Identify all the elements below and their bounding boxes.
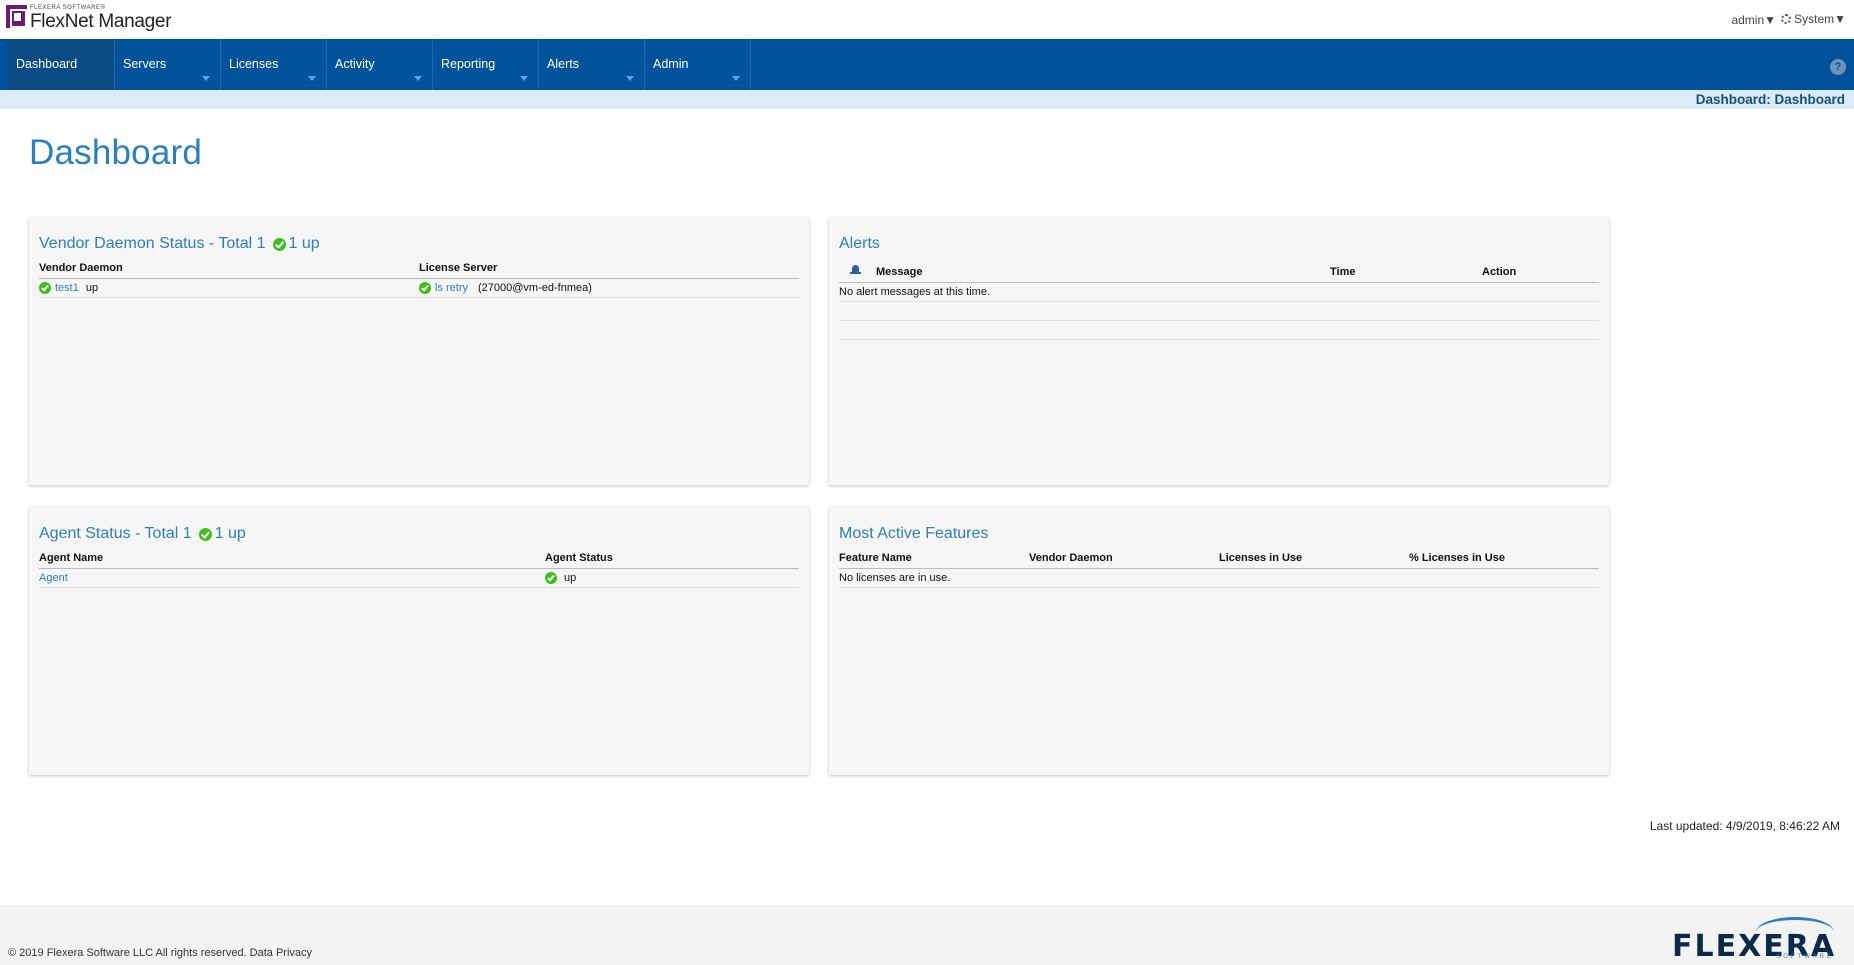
panel-title: Vendor Daemon Status - Total 1 (39, 235, 266, 252)
agent-status: up (564, 571, 577, 584)
caret-down-icon (202, 76, 210, 81)
ok-icon (272, 237, 286, 251)
column-header: Action (1482, 264, 1599, 283)
main-nav: Dashboard Servers Licenses Activity Repo… (0, 39, 1854, 90)
last-updated: Last updated: 4/9/2019, 8:46:22 AM (1649, 819, 1840, 833)
user-menu[interactable]: admin▼ (1731, 13, 1776, 27)
system-menu[interactable]: System▼ (1781, 12, 1846, 26)
column-header: Licenses in Use (1219, 552, 1409, 569)
nav-label: Alerts (547, 57, 579, 71)
license-server-detail: (27000@vm-ed-fnmea) (478, 281, 592, 294)
alerts-table: Message Time Action No alert messages at… (839, 264, 1599, 340)
caret-down-icon (732, 76, 740, 81)
column-header: Agent Status (545, 552, 799, 569)
vendor-daemon-panel: Vendor Daemon Status - Total 1 1 up Vend… (29, 217, 809, 485)
table-row: test1 up ls retry (27000@vm-ed-fnmea) (39, 278, 799, 298)
ok-icon (39, 281, 51, 294)
panel-title: Most Active Features (839, 525, 989, 542)
nav-licenses[interactable]: Licenses (221, 39, 327, 90)
system-menu-label: System▼ (1794, 12, 1846, 26)
nav-servers[interactable]: Servers (115, 39, 221, 90)
help-icon[interactable]: ? (1830, 59, 1846, 75)
table-row (839, 301, 1599, 321)
gear-icon (1781, 14, 1792, 24)
nav-label: Licenses (229, 57, 279, 71)
breadcrumb-bar: Dashboard: Dashboard (0, 90, 1854, 109)
agent-status-table: Agent Name Agent Status Agent up (39, 552, 799, 588)
ok-icon (545, 571, 557, 584)
flexera-logo: FLEXERA SOFTWARE (1672, 917, 1836, 964)
table-row: No alert messages at this time. (839, 282, 1599, 302)
nav-activity[interactable]: Activity (327, 39, 433, 90)
vendor-daemon-table: Vendor Daemon License Server test1 up ls… (39, 262, 799, 298)
copyright: © 2019 Flexera Software LLC All rights r… (8, 947, 313, 959)
column-header: Agent Name (39, 552, 545, 569)
caret-down-icon (308, 76, 316, 81)
flexnet-logo-icon (6, 5, 27, 28)
status-summary: 1 up (214, 525, 246, 542)
breadcrumb: Dashboard: Dashboard (1695, 92, 1845, 107)
daemon-link[interactable]: test1 (55, 282, 79, 294)
flexnet-logo[interactable]: FLEXERA SOFTWARE® FlexNet Manager (6, 5, 172, 32)
column-header: Time (1330, 264, 1482, 283)
status-summary: 1 up (288, 235, 320, 252)
agent-status-panel: Agent Status - Total 1 1 up Agent Name A… (29, 507, 809, 775)
ok-icon (198, 527, 212, 541)
column-header: Feature Name (839, 552, 1029, 569)
nav-dashboard[interactable]: Dashboard (8, 39, 115, 90)
panel-title: Agent Status - Total 1 (39, 525, 192, 542)
flexera-logo-sub: SOFTWARE (1776, 954, 1834, 960)
column-header: Vendor Daemon (39, 262, 419, 279)
empty-message: No alert messages at this time. (839, 282, 1599, 302)
table-row (839, 320, 1599, 340)
nav-label: Activity (335, 57, 375, 71)
logo-product-name: FlexNet Manager (30, 11, 172, 32)
column-header: % Licenses in Use (1409, 552, 1599, 569)
top-bar: FLEXERA SOFTWARE® FlexNet Manager admin▼… (0, 0, 1854, 39)
nav-alerts[interactable]: Alerts (539, 39, 645, 90)
nav-label: Reporting (441, 57, 496, 71)
nav-reporting[interactable]: Reporting (433, 39, 539, 90)
column-header: License Server (419, 262, 799, 279)
table-row: No licenses are in use. (839, 568, 1599, 588)
nav-label: Servers (123, 57, 167, 71)
column-header: Vendor Daemon (1029, 552, 1219, 569)
page-title: Dashboard (29, 133, 203, 172)
agent-link[interactable]: Agent (39, 572, 68, 584)
license-server-link[interactable]: ls retry (435, 282, 468, 294)
panel-title: Alerts (839, 235, 880, 252)
table-row: Agent up (39, 568, 799, 588)
ok-icon (419, 281, 431, 294)
caret-down-icon (414, 76, 422, 81)
nav-label: Dashboard (16, 57, 78, 71)
nav-label: Admin (653, 57, 689, 71)
caret-down-icon (626, 76, 634, 81)
alerts-panel: Alerts Message Time Action No alert mess… (829, 217, 1609, 485)
empty-message: No licenses are in use. (839, 568, 1599, 588)
footer: © 2019 Flexera Software LLC All rights r… (0, 905, 1854, 965)
caret-down-icon (520, 76, 528, 81)
features-table: Feature Name Vendor Daemon Licenses in U… (839, 552, 1599, 588)
most-active-features-panel: Most Active Features Feature Name Vendor… (829, 507, 1609, 775)
bell-icon (849, 264, 862, 276)
nav-admin[interactable]: Admin (645, 39, 751, 90)
daemon-status: up (85, 281, 99, 294)
column-header: Message (876, 264, 1330, 283)
